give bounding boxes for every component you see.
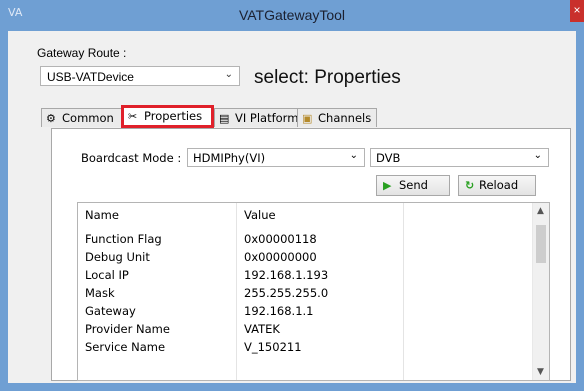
gear-icon: ⚙ (46, 112, 56, 125)
table-row[interactable]: Provider Name VATEK (78, 321, 533, 339)
tv-icon: ▣ (302, 112, 313, 125)
column-header-value[interactable]: Value (244, 208, 276, 222)
broadcast-standard-select[interactable]: DVB ⌄ (370, 148, 549, 167)
tab-label: VI Platform (235, 111, 299, 125)
scrollbar-thumb[interactable] (536, 225, 546, 263)
chevron-down-icon: ⌄ (224, 69, 233, 80)
reload-button[interactable]: ↻ Reload (458, 175, 536, 196)
scroll-up-icon[interactable]: ▲ (537, 206, 544, 216)
monitor-icon: ▤ (219, 112, 230, 125)
tab-label: Channels (318, 111, 372, 125)
play-icon: ▶ (383, 179, 392, 192)
table-row[interactable]: Function Flag 0x00000118 (78, 231, 533, 249)
row-name: Local IP (85, 268, 129, 282)
wrench-icon: ✂ (128, 110, 138, 123)
row-value: V_150211 (244, 340, 302, 354)
row-name: Service Name (85, 340, 166, 354)
close-button[interactable]: × (570, 0, 584, 22)
select-status-label: select: Properties (254, 67, 401, 88)
tab-properties[interactable]: ✂ Properties (121, 105, 214, 128)
tab-vi-platform[interactable]: ▤ VI Platform (214, 108, 298, 127)
table-row[interactable]: Local IP 192.168.1.193 (78, 267, 533, 285)
tab-common[interactable]: ⚙ Common (41, 108, 123, 127)
vertical-scrollbar[interactable]: ▲ ▼ (532, 203, 549, 380)
close-icon: × (573, 3, 581, 17)
send-button[interactable]: ▶ Send (376, 175, 450, 196)
row-value: VATEK (244, 322, 280, 336)
row-value: 192.168.1.1 (244, 304, 314, 318)
window-title: VATGatewayTool (238, 7, 346, 23)
gateway-route-select[interactable]: USB-VATDevice ⌄ (40, 66, 240, 86)
column-header-name[interactable]: Name (85, 208, 119, 222)
tab-label: Properties (144, 109, 203, 123)
chevron-down-icon: ⌄ (533, 150, 542, 161)
row-value: 255.255.255.0 (244, 286, 329, 300)
app-window: VA VATGatewayTool × Gateway Route : USB-… (0, 0, 584, 391)
list-header: Name Value (78, 203, 533, 227)
row-name: Debug Unit (85, 250, 150, 264)
tab-label: Common (62, 111, 114, 125)
broadcast-mode-select[interactable]: HDMIPhy(VI) ⌄ (187, 148, 365, 167)
broadcast-mode-label: Boardcast Mode : (81, 151, 182, 165)
title-bar[interactable]: VA VATGatewayTool × (0, 0, 584, 31)
send-label: Send (399, 178, 428, 192)
row-name: Gateway (85, 304, 136, 318)
tab-channels[interactable]: ▣ Channels (297, 108, 377, 127)
table-row[interactable]: Debug Unit 0x00000000 (78, 249, 533, 267)
gateway-route-label: Gateway Route : (37, 46, 127, 60)
row-name: Mask (85, 286, 115, 300)
row-name: Provider Name (85, 322, 170, 336)
properties-list[interactable]: Name Value Function Flag 0x00000118 Debu… (77, 202, 550, 381)
table-row[interactable]: Mask 255.255.255.0 (78, 285, 533, 303)
table-row[interactable]: Service Name V_150211 (78, 339, 533, 357)
properties-panel: Boardcast Mode : HDMIPhy(VI) ⌄ DVB ⌄ ▶ S… (51, 128, 571, 381)
chevron-down-icon: ⌄ (349, 150, 358, 161)
reload-label: Reload (479, 178, 519, 192)
row-value: 192.168.1.193 (244, 268, 329, 282)
scroll-down-icon[interactable]: ▼ (537, 367, 544, 377)
broadcast-mode-value: HDMIPhy(VI) (193, 151, 266, 165)
row-name: Function Flag (85, 232, 162, 246)
gateway-route-value: USB-VATDevice (47, 70, 134, 84)
row-value: 0x00000118 (244, 232, 317, 246)
broadcast-standard-value: DVB (376, 151, 401, 165)
reload-icon: ↻ (465, 179, 475, 192)
row-value: 0x00000000 (244, 250, 317, 264)
client-area: Gateway Route : USB-VATDevice ⌄ select: … (8, 31, 576, 383)
table-row[interactable]: Gateway 192.168.1.1 (78, 303, 533, 321)
